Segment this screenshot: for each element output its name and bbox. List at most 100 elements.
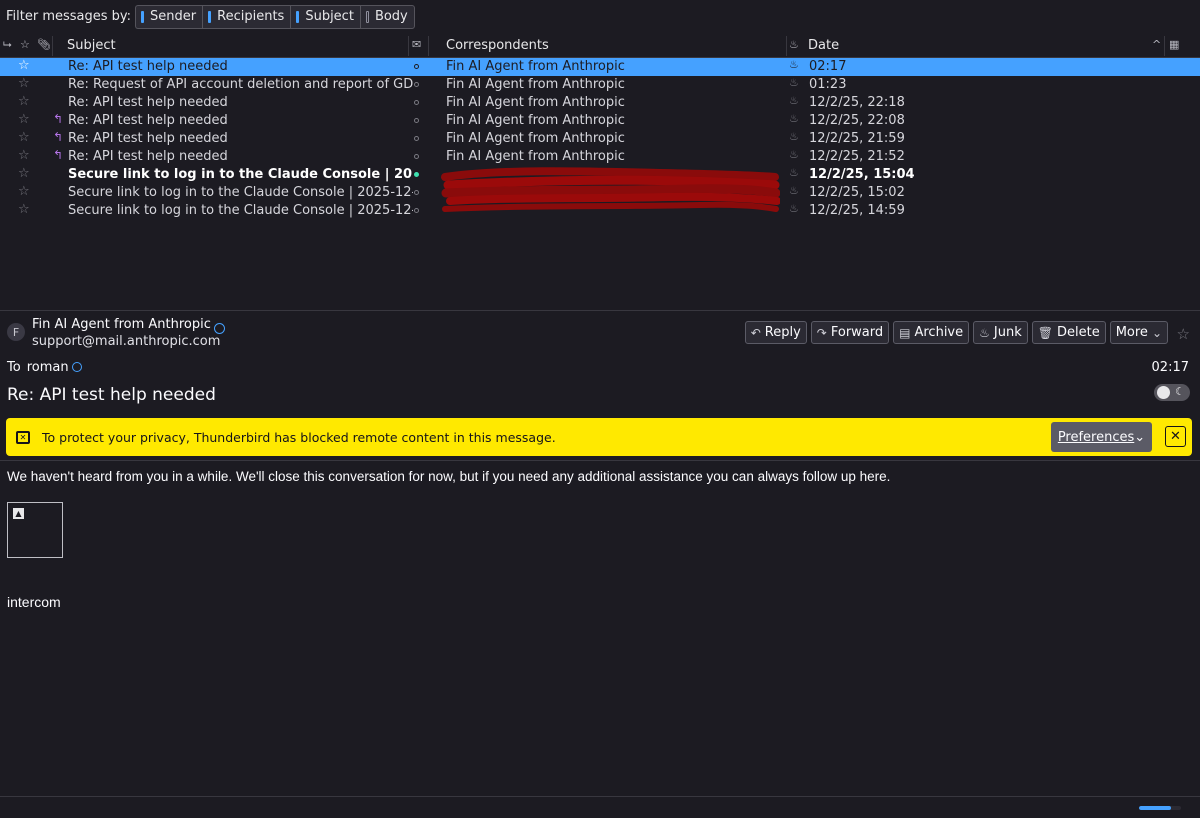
junk-button[interactable]: ♨ Junk — [973, 321, 1028, 344]
message-row[interactable]: ☆ Re: Request of API account deletion an… — [0, 76, 1200, 94]
read-status-icon[interactable] — [414, 136, 419, 141]
more-button[interactable]: More ⌄ — [1109, 321, 1168, 344]
replied-icon: ↰ — [53, 112, 64, 126]
message-row[interactable]: ☆ ↰ Re: API test help needed Fin AI Agen… — [0, 130, 1200, 148]
chevron-down-icon: ⌄ — [1151, 325, 1162, 340]
contact-icon[interactable] — [71, 362, 82, 372]
dark-mode-toggle[interactable]: ☾ — [1154, 384, 1190, 401]
row-subject: Re: API test help needed — [68, 131, 228, 146]
sort-ascending-icon[interactable]: ^ — [1152, 38, 1161, 51]
star-column-icon[interactable]: ☆ — [20, 38, 30, 51]
row-subject: Re: API test help needed — [68, 95, 228, 110]
sender-name[interactable]: Fin AI Agent from Anthropic — [32, 317, 211, 332]
read-status-icon[interactable] — [414, 190, 419, 195]
trash-icon: 🗑︎ — [1037, 325, 1053, 340]
message-footer-text: intercom — [7, 594, 61, 610]
row-date: 12/2/25, 21:59 — [809, 131, 905, 146]
row-date: 12/2/25, 21:52 — [809, 149, 905, 164]
column-divider[interactable] — [786, 36, 787, 56]
preferences-label: Preferences — [1057, 429, 1135, 445]
junk-status-icon[interactable]: ♨ — [789, 130, 799, 143]
row-date: 02:17 — [809, 59, 847, 74]
filter-sender-button[interactable]: Sender — [135, 4, 203, 29]
star-icon[interactable]: ☆ — [18, 148, 30, 163]
message-row[interactable]: ☆ Re: API test help needed Fin AI Agent … — [0, 94, 1200, 112]
delete-button[interactable]: 🗑︎ Delete — [1031, 321, 1106, 344]
column-divider[interactable] — [52, 36, 53, 56]
column-divider[interactable] — [408, 36, 409, 56]
column-header-date[interactable]: Date — [808, 38, 839, 53]
read-status-icon[interactable] — [414, 64, 419, 69]
chevron-down-icon: ⌄ — [1134, 429, 1146, 445]
row-subject: Re: Request of API account deletion and … — [68, 77, 413, 92]
junk-status-icon[interactable]: ♨ — [789, 184, 799, 197]
read-status-icon[interactable] — [414, 208, 419, 213]
column-divider[interactable] — [428, 36, 429, 56]
junk-status-icon[interactable]: ♨ — [789, 166, 799, 179]
row-correspondent: Fin AI Agent from Anthropic — [446, 59, 625, 74]
column-header-correspondents[interactable]: Correspondents — [446, 38, 549, 53]
thread-list-header: ⮡ ☆ 📎︎ Subject ✉ Correspondents ♨ Date ^… — [0, 34, 1200, 58]
star-icon[interactable]: ☆ — [18, 112, 30, 127]
to-label: To — [7, 360, 21, 375]
read-status-icon[interactable] — [414, 118, 419, 123]
message-row[interactable]: ☆ Re: API test help needed Fin AI Agent … — [0, 58, 1200, 76]
row-subject: Re: API test help needed — [68, 149, 228, 164]
thread-column-icon[interactable]: ⮡ — [3, 38, 12, 52]
status-bar — [0, 796, 1200, 818]
junk-status-icon[interactable]: ♨ — [789, 58, 799, 71]
attachment-column-icon[interactable]: 📎︎ — [37, 38, 51, 51]
message-subject: Re: API test help needed — [7, 385, 216, 405]
junk-status-icon[interactable]: ♨ — [789, 76, 799, 89]
message-actions: ↶ Reply ↷ Forward ▤ Archive ♨ Junk 🗑︎ Delete … — [741, 321, 1168, 344]
reply-icon: ↶ — [750, 325, 761, 340]
message-row[interactable]: ☆ ↰ Re: API test help needed Fin AI Agen… — [0, 148, 1200, 166]
row-subject: Secure link to log in to the Claude Cons… — [68, 203, 413, 218]
message-row[interactable]: ☆ ↰ Re: API test help needed Fin AI Agen… — [0, 112, 1200, 130]
junk-status-icon[interactable]: ♨ — [789, 148, 799, 161]
unread-status-icon[interactable] — [414, 172, 419, 177]
junk-status-icon[interactable]: ♨ — [789, 202, 799, 215]
star-icon[interactable]: ☆ — [1177, 325, 1190, 343]
delete-label: Delete — [1056, 325, 1100, 340]
column-header-subject[interactable]: Subject — [67, 38, 116, 53]
quick-filter-bar: Filter messages by: Sender Recipients Su… — [0, 0, 1200, 33]
filter-body-button[interactable]: Body — [359, 4, 415, 29]
star-icon[interactable]: ☆ — [18, 184, 30, 199]
contact-icon[interactable] — [214, 323, 225, 334]
star-icon[interactable]: ☆ — [18, 76, 30, 91]
broken-image-icon: ▲ — [13, 508, 24, 519]
star-icon[interactable]: ☆ — [18, 166, 30, 181]
row-date: 12/2/25, 15:04 — [809, 167, 915, 182]
star-icon[interactable]: ☆ — [18, 202, 30, 217]
junk-status-icon[interactable]: ♨ — [789, 112, 799, 125]
reply-button[interactable]: ↶ Reply — [744, 321, 807, 344]
forward-button[interactable]: ↷ Forward — [810, 321, 890, 344]
archive-button[interactable]: ▤ Archive — [893, 321, 970, 344]
replied-icon: ↰ — [53, 130, 64, 144]
filter-recipients-button[interactable]: Recipients — [202, 4, 291, 29]
star-icon[interactable]: ☆ — [18, 94, 30, 109]
star-icon[interactable]: ☆ — [18, 130, 30, 145]
junk-status-icon[interactable]: ♨ — [789, 94, 799, 107]
avatar: F — [7, 323, 25, 341]
recipient-name[interactable]: roman — [27, 360, 69, 375]
recipient-line: To roman — [7, 360, 82, 375]
column-picker-icon[interactable]: ▦ — [1169, 38, 1179, 51]
forward-label: Forward — [830, 325, 884, 340]
row-date: 12/2/25, 14:59 — [809, 203, 905, 218]
filter-recipients-label: Recipients — [217, 9, 285, 24]
column-divider[interactable] — [1164, 36, 1165, 56]
sender-email[interactable]: support@mail.anthropic.com — [32, 334, 220, 349]
preferences-button[interactable]: Preferences ⌄ — [1051, 422, 1152, 452]
close-notification-button[interactable]: ✕ — [1165, 426, 1186, 447]
read-status-icon[interactable] — [414, 154, 419, 159]
junk-column-icon[interactable]: ♨ — [789, 38, 799, 51]
filter-sender-label: Sender — [150, 9, 197, 24]
row-correspondent: Fin AI Agent from Anthropic — [446, 131, 625, 146]
star-icon[interactable]: ☆ — [18, 58, 30, 73]
unread-column-icon[interactable]: ✉ — [412, 38, 421, 51]
filter-subject-button[interactable]: Subject — [290, 4, 360, 29]
read-status-icon[interactable] — [414, 100, 419, 105]
read-status-icon[interactable] — [414, 82, 419, 87]
